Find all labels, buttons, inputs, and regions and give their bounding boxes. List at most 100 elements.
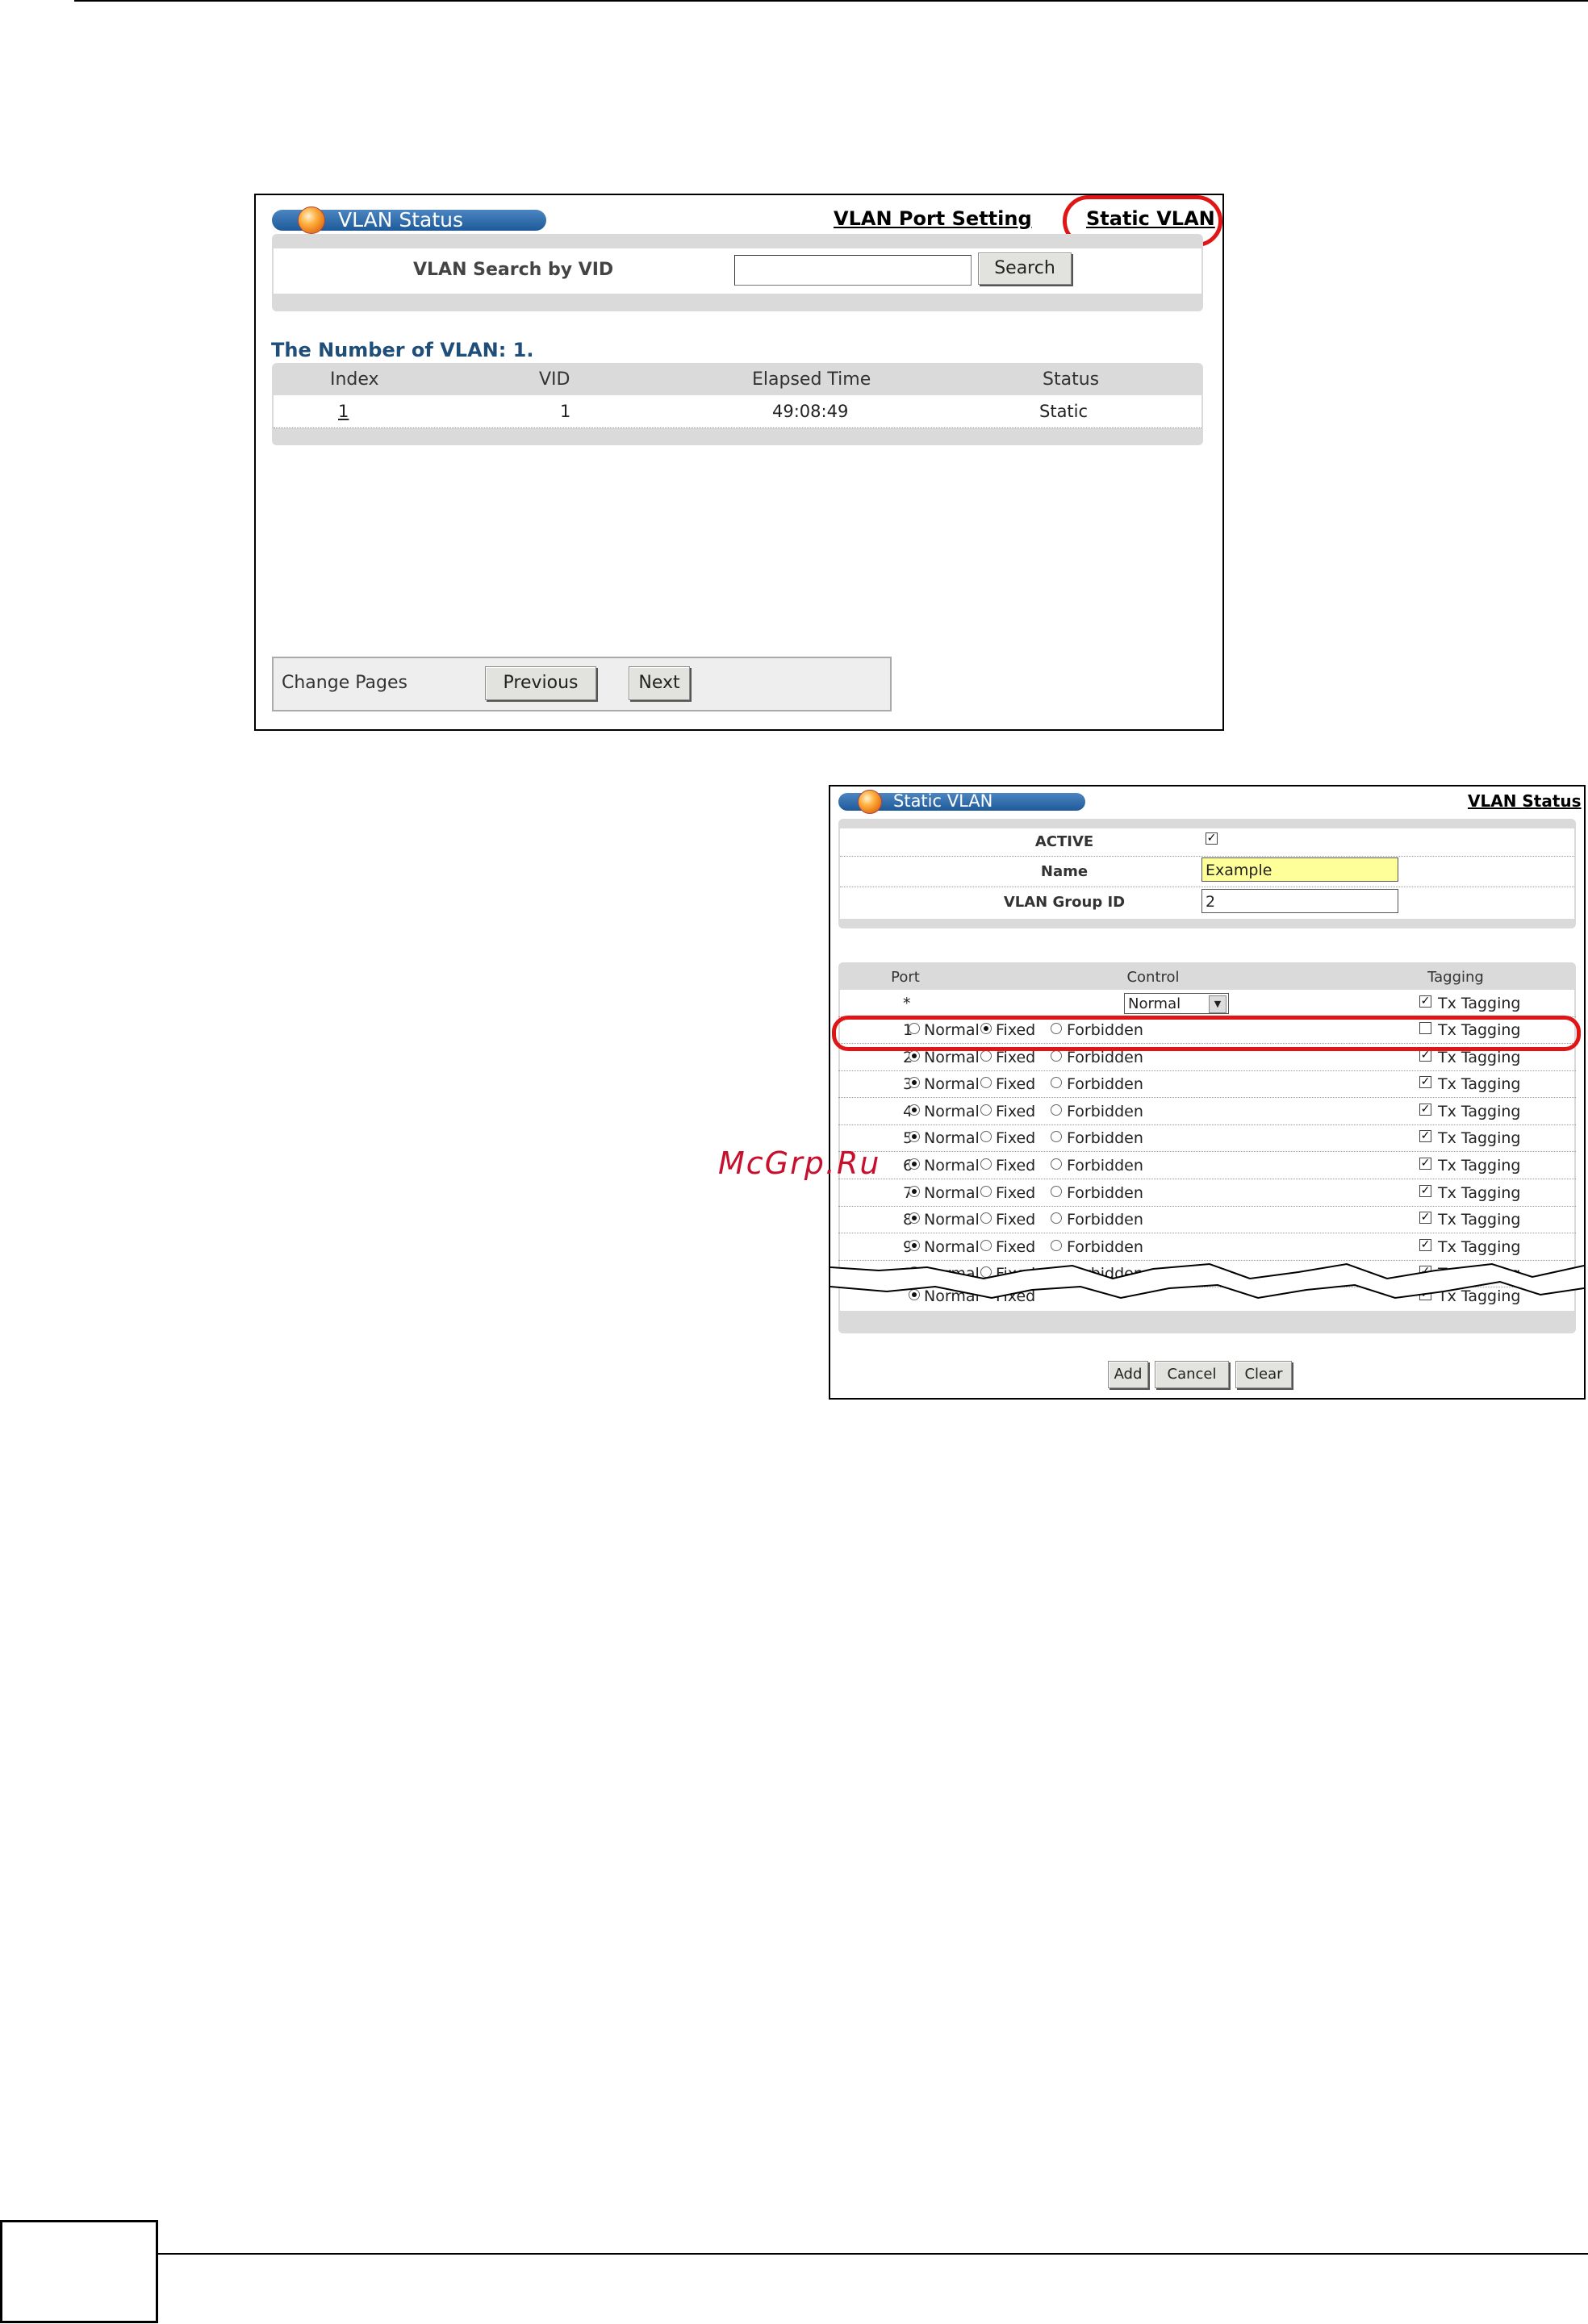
normal-radio[interactable]	[909, 1104, 920, 1116]
fixed-label: Fixed	[996, 1157, 1036, 1175]
port-row: 7 Normal Fixed Forbidden ✓ Tx Tagging	[838, 1179, 1576, 1207]
tx-tagging-label: Tx Tagging	[1438, 1157, 1521, 1175]
vlan-table-header: Index VID Elapsed Time Status	[272, 365, 1203, 395]
tagging-header: Tagging	[1427, 969, 1484, 986]
fixed-radio[interactable]	[980, 1050, 992, 1062]
active-checkbox[interactable]: ✓	[1206, 832, 1218, 845]
forbidden-radio[interactable]	[1051, 1158, 1062, 1170]
normal-radio[interactable]	[909, 1131, 920, 1142]
normal-radio[interactable]	[909, 1050, 920, 1062]
col-status-header: Status	[1043, 369, 1100, 390]
watermark: McGrp.Ru	[718, 1145, 881, 1181]
forbidden-label: Forbidden	[1067, 1184, 1143, 1202]
vlan-count: The Number of VLAN: 1.	[271, 339, 534, 361]
next-button[interactable]: Next	[629, 666, 690, 700]
vlan-status-title: VLAN Status	[338, 208, 464, 232]
forbidden-label: Forbidden	[1067, 1075, 1143, 1093]
fixed-radio[interactable]	[980, 1186, 992, 1197]
tx-tagging-all-checkbox[interactable]: ✓	[1419, 995, 1431, 1008]
vlan-port-setting-link[interactable]: VLAN Port Setting	[834, 207, 1032, 230]
normal-label: Normal	[924, 1157, 980, 1175]
normal-radio[interactable]	[909, 1077, 920, 1088]
tx-tagging-checkbox[interactable]: ✓	[1419, 1212, 1431, 1224]
tx-tagging-checkbox[interactable]: ✓	[1419, 1130, 1431, 1142]
fixed-radio[interactable]	[980, 1077, 992, 1088]
normal-label: Normal	[924, 1103, 980, 1120]
tx-tagging-label: Tx Tagging	[1438, 1049, 1521, 1066]
forbidden-radio[interactable]	[1051, 1077, 1062, 1088]
normal-label: Normal	[924, 1211, 980, 1229]
forbidden-label: Forbidden	[1067, 1129, 1143, 1147]
tx-tagging-label: Tx Tagging	[1438, 995, 1521, 1012]
fixed-label: Fixed	[996, 1211, 1036, 1229]
tx-tagging-checkbox[interactable]: ✓	[1419, 1239, 1431, 1251]
tx-tagging-label: Tx Tagging	[1438, 1075, 1521, 1093]
col-index-header: Index	[330, 369, 379, 390]
tx-tagging-label: Tx Tagging	[1438, 1103, 1521, 1120]
all-ports-row: * Normal ▼ ✓ Tx Tagging	[838, 990, 1576, 1017]
static-vlan-screen: Static VLAN VLAN Status ACTIVE ✓ Name Ex…	[829, 785, 1586, 1400]
static-vlan-title-bar: Static VLAN	[838, 790, 1085, 814]
port-row: 9 Normal Fixed Forbidden ✓ Tx Tagging	[838, 1233, 1576, 1261]
add-button[interactable]: Add	[1108, 1361, 1148, 1388]
page-bottom-rule	[158, 2253, 1588, 2255]
name-field[interactable]: Example	[1201, 857, 1398, 882]
normal-label: Normal	[924, 1129, 980, 1147]
orb-icon	[298, 207, 325, 234]
forbidden-radio[interactable]	[1051, 1240, 1062, 1251]
tx-tagging-checkbox[interactable]: ✓	[1419, 1158, 1431, 1170]
normal-radio[interactable]	[909, 1186, 920, 1197]
row-index-link[interactable]: 1	[338, 402, 349, 421]
normal-radio[interactable]	[909, 1212, 920, 1224]
tx-tagging-checkbox[interactable]: ✓	[1419, 1076, 1431, 1088]
vlan-status-screen: VLAN Status VLAN Port Setting Static VLA…	[254, 194, 1224, 731]
fixed-radio[interactable]	[980, 1131, 992, 1142]
fixed-radio[interactable]	[980, 1158, 992, 1170]
fixed-radio[interactable]	[980, 1212, 992, 1224]
normal-radio[interactable]	[909, 1240, 920, 1251]
forbidden-radio[interactable]	[1051, 1050, 1062, 1062]
tx-tagging-checkbox[interactable]: ✓	[1419, 1185, 1431, 1197]
normal-label: Normal	[924, 1238, 980, 1256]
orb-icon	[858, 790, 882, 814]
port-row: 3 Normal Fixed Forbidden ✓ Tx Tagging	[838, 1070, 1576, 1098]
port-row: 6 Normal Fixed Forbidden ✓ Tx Tagging	[838, 1152, 1576, 1179]
port-row: 5 Normal Fixed Forbidden ✓ Tx Tagging	[838, 1124, 1576, 1152]
fixed-radio[interactable]	[980, 1104, 992, 1116]
port-row: 8 Normal Fixed Forbidden ✓ Tx Tagging	[838, 1206, 1576, 1233]
row-status: Static	[1039, 402, 1089, 421]
change-pages-label: Change Pages	[282, 673, 407, 693]
tear-fill	[830, 1264, 1584, 1298]
normal-radio[interactable]	[909, 1158, 920, 1170]
page-top-rule	[74, 0, 1588, 2]
fixed-label: Fixed	[996, 1184, 1036, 1202]
tx-tagging-label: Tx Tagging	[1438, 1211, 1521, 1229]
forbidden-radio[interactable]	[1051, 1186, 1062, 1197]
forbidden-radio[interactable]	[1051, 1104, 1062, 1116]
vlan-group-id-field[interactable]: 2	[1201, 889, 1398, 913]
vid-search-input[interactable]	[734, 255, 972, 286]
fixed-label: Fixed	[996, 1103, 1036, 1120]
tx-tagging-label: Tx Tagging	[1438, 1238, 1521, 1256]
tx-tagging-checkbox[interactable]: ✓	[1419, 1049, 1431, 1062]
cancel-button[interactable]: Cancel	[1155, 1361, 1229, 1388]
static-vlan-title: Static VLAN	[893, 791, 993, 811]
forbidden-radio[interactable]	[1051, 1131, 1062, 1142]
forbidden-label: Forbidden	[1067, 1238, 1143, 1256]
tx-tagging-label: Tx Tagging	[1438, 1184, 1521, 1202]
tx-tagging-checkbox[interactable]: ✓	[1419, 1104, 1431, 1116]
forbidden-label: Forbidden	[1067, 1049, 1143, 1066]
forbidden-radio[interactable]	[1051, 1212, 1062, 1224]
control-select[interactable]: Normal ▼	[1124, 993, 1229, 1014]
search-button[interactable]: Search	[978, 252, 1072, 285]
search-label: VLAN Search by VID	[413, 260, 614, 280]
previous-button[interactable]: Previous	[485, 666, 596, 700]
port-1-highlight	[832, 1016, 1581, 1051]
vlan-status-link[interactable]: VLAN Status	[1468, 791, 1582, 811]
row-elapsed: 49:08:49	[772, 402, 849, 421]
page-break-tear	[830, 1262, 1584, 1300]
fixed-radio[interactable]	[980, 1240, 992, 1251]
clear-button[interactable]: Clear	[1235, 1361, 1292, 1388]
change-pages-panel: Change Pages Previous Next	[272, 657, 892, 711]
control-select-value: Normal	[1128, 995, 1181, 1012]
